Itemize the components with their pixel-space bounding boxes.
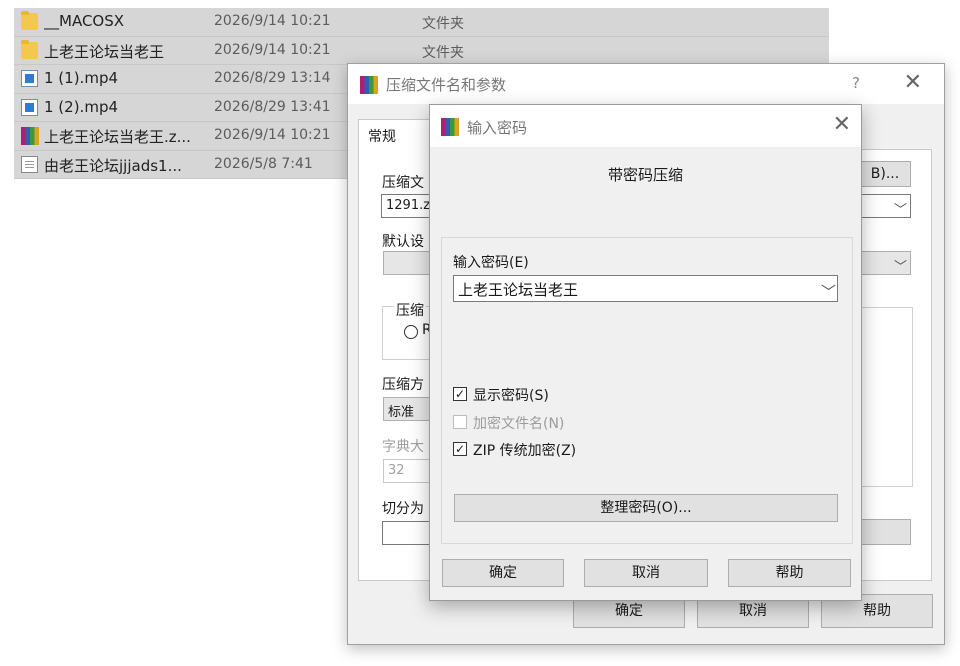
format-radio[interactable] bbox=[404, 325, 418, 339]
file-type: 文件夹 bbox=[422, 44, 464, 61]
encrypt-names-checkbox[interactable] bbox=[453, 415, 467, 429]
file-name: __MACOSX bbox=[44, 12, 125, 30]
show-password-checkbox[interactable]: ✓ bbox=[453, 387, 467, 401]
help-button[interactable]: 帮助 bbox=[728, 559, 851, 587]
profile-label: 默认设 bbox=[382, 234, 424, 250]
text-file-icon bbox=[21, 155, 38, 173]
file-row-macosx[interactable]: __MACOSX 2026/9/14 10:21 文件夹 bbox=[14, 8, 829, 37]
cancel-button[interactable]: 取消 bbox=[584, 559, 708, 587]
encrypt-names-label: 加密文件名(N) bbox=[473, 416, 565, 432]
method-value: 标准 bbox=[388, 405, 415, 420]
close-icon[interactable]: ✕ bbox=[833, 112, 851, 137]
file-date: 2026/9/14 10:21 bbox=[214, 13, 331, 29]
dictionary-value: 32 bbox=[388, 463, 405, 478]
password-label: 输入密码(E) bbox=[453, 255, 529, 271]
folder-icon bbox=[21, 39, 38, 59]
ok-button[interactable]: 确定 bbox=[442, 559, 564, 587]
rar-archive-icon bbox=[21, 127, 39, 145]
zip-legacy-label: ZIP 传统加密(Z) bbox=[473, 443, 577, 459]
zip-legacy-checkbox[interactable]: ✓ bbox=[453, 442, 467, 456]
archive-name-label: 压缩文 bbox=[382, 175, 424, 191]
dialog-titlebar: 输入密码 ✕ bbox=[430, 105, 861, 147]
format-group-label: 压缩 bbox=[394, 300, 426, 320]
password-dialog: 输入密码 ✕ 带密码压缩 输入密码(E) 上老王论坛当老王 ﹀ ✓ 显示密码(S… bbox=[429, 104, 862, 601]
file-date: 2026/8/29 13:41 bbox=[214, 98, 331, 115]
help-icon[interactable]: ? bbox=[852, 74, 860, 92]
file-name: 1 (2).mp4 bbox=[44, 97, 119, 116]
file-date: 2026/5/8 7:41 bbox=[214, 155, 313, 172]
file-date: 2026/8/29 13:14 bbox=[214, 70, 331, 86]
file-date: 2026/9/14 10:21 bbox=[214, 41, 331, 58]
video-icon bbox=[21, 98, 38, 116]
chevron-down-icon: ﹀ bbox=[894, 260, 908, 275]
dialog-titlebar: 压缩文件名和参数 ? ✕ bbox=[348, 64, 944, 104]
dictionary-label: 字典大 bbox=[382, 439, 424, 455]
options-panel bbox=[861, 307, 913, 487]
tab-general[interactable]: 常规 bbox=[358, 119, 430, 151]
dialog-title: 压缩文件名和参数 bbox=[386, 76, 507, 94]
file-name: 上老王论坛当老王.z... bbox=[44, 128, 191, 146]
folder-icon bbox=[21, 11, 38, 30]
file-name: 上老王论坛当老王 bbox=[44, 42, 165, 61]
file-date: 2026/9/14 10:21 bbox=[214, 127, 331, 143]
password-input[interactable]: 上老王论坛当老王 ﹀ bbox=[453, 275, 838, 302]
dialog-title: 输入密码 bbox=[467, 119, 528, 137]
file-row-folder[interactable]: 上老王论坛当老王 2026/9/14 10:21 文件夹 bbox=[14, 36, 829, 65]
file-name: 1 (1).mp4 bbox=[44, 69, 119, 87]
organize-passwords-button[interactable]: 整理密码(O)... bbox=[454, 494, 838, 522]
file-type: 文件夹 bbox=[422, 16, 464, 32]
tab-label: 常规 bbox=[368, 129, 396, 145]
chevron-down-icon: ﹀ bbox=[821, 283, 837, 301]
method-label: 压缩方 bbox=[382, 377, 424, 393]
split-label: 切分为 bbox=[382, 501, 424, 517]
archive-name-value: 1291.z bbox=[386, 198, 431, 213]
show-password-label: 显示密码(S) bbox=[473, 388, 549, 404]
set-password-button[interactable] bbox=[859, 519, 911, 545]
dialog-heading: 带密码压缩 bbox=[607, 166, 683, 184]
video-icon bbox=[21, 70, 38, 87]
file-name: 由老王论坛jjjads1... bbox=[44, 156, 182, 175]
password-value: 上老王论坛当老王 bbox=[458, 281, 579, 299]
chevron-down-icon: ﹀ bbox=[894, 203, 908, 218]
close-icon[interactable]: ✕ bbox=[904, 70, 922, 95]
browse-button[interactable]: B)... bbox=[859, 161, 911, 187]
winrar-icon bbox=[360, 76, 378, 94]
winrar-icon bbox=[441, 118, 459, 136]
